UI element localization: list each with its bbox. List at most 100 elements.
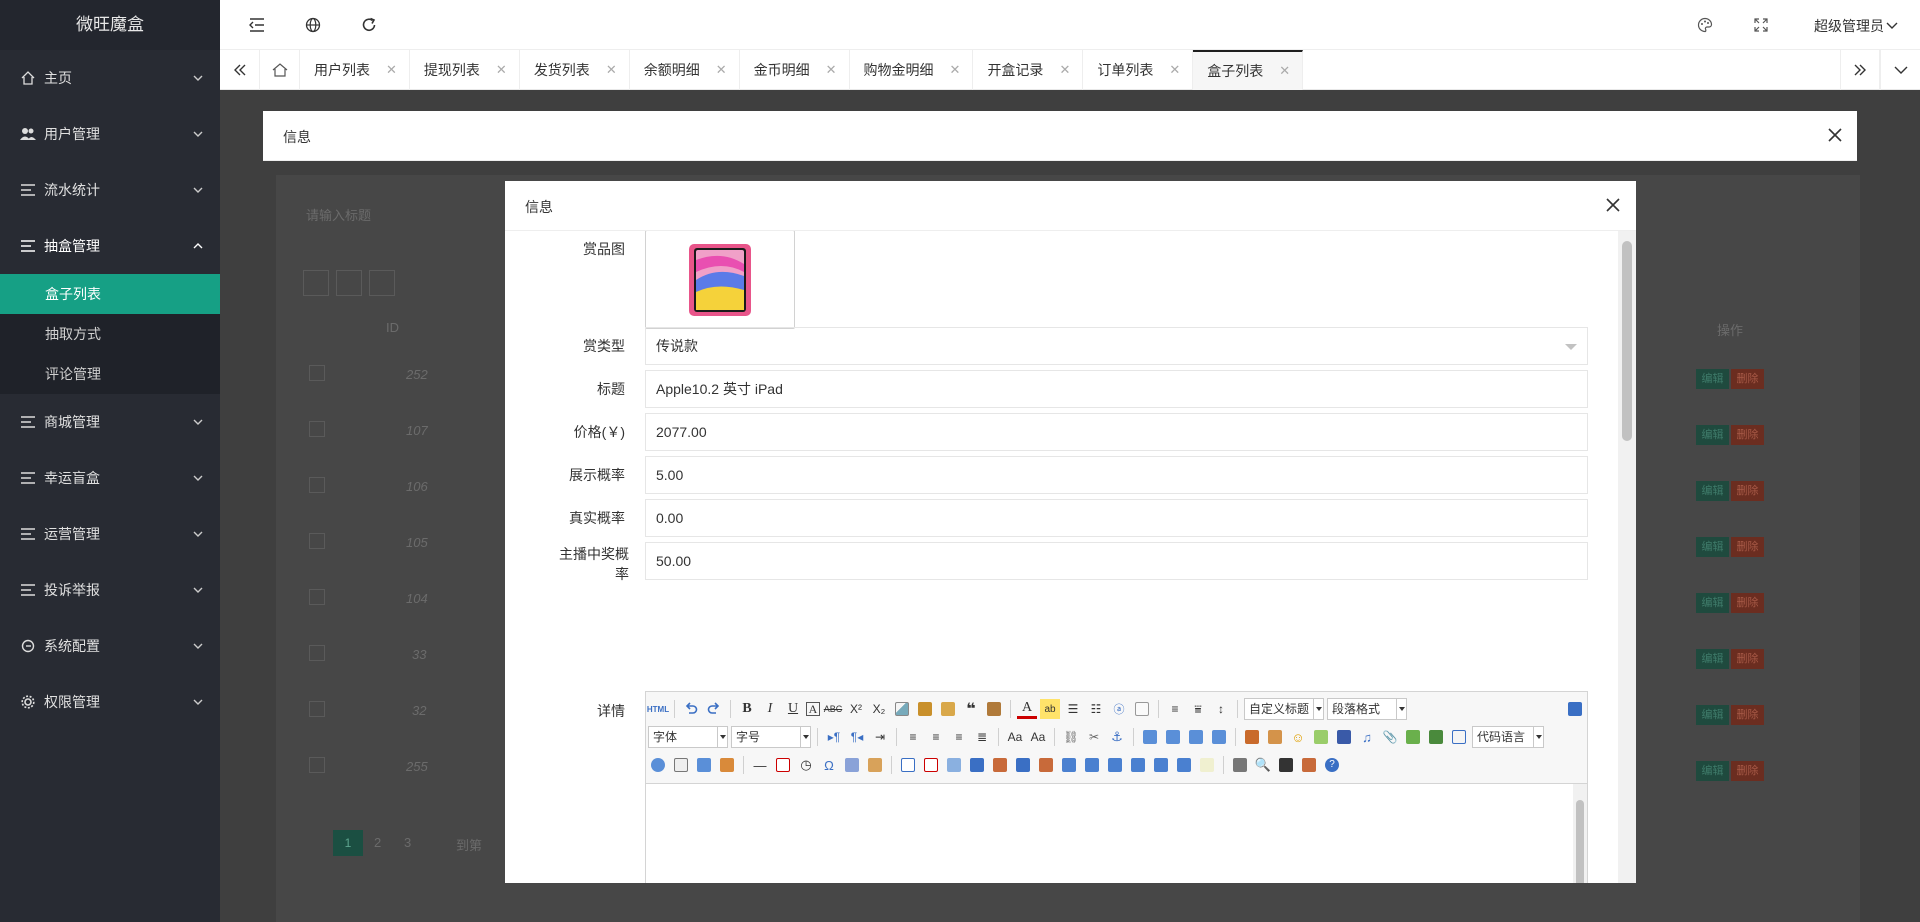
globe-icon[interactable] xyxy=(303,15,323,35)
indent-icon[interactable]: ⇥ xyxy=(870,727,890,747)
sidebar-item-shop[interactable]: 商城管理 xyxy=(0,394,220,450)
tab-order-list[interactable]: 订单列表 ✕ xyxy=(1083,50,1194,90)
close-icon[interactable]: ✕ xyxy=(716,62,727,78)
ltr-icon[interactable]: ▸¶ xyxy=(824,727,844,747)
clear-doc-icon[interactable]: ⓐ xyxy=(1109,699,1129,719)
tabs-menu-chevron-icon[interactable] xyxy=(1880,50,1920,90)
special-chars-icon[interactable]: Ω xyxy=(819,755,839,775)
real-probability-input[interactable]: 0.00 xyxy=(645,499,1588,537)
code-language-select[interactable]: 代码语言 xyxy=(1472,726,1544,748)
menu-collapse-icon[interactable] xyxy=(247,15,267,35)
delete-table-icon[interactable] xyxy=(921,755,941,775)
emotion-icon[interactable]: ☺ xyxy=(1288,727,1308,747)
align-right-icon[interactable]: ≡ xyxy=(949,727,969,747)
page-icon[interactable] xyxy=(1132,699,1152,719)
preview-icon[interactable]: 🔍 xyxy=(1253,755,1273,775)
row-spacing-icon[interactable]: ⩸ xyxy=(1188,699,1208,719)
price-input[interactable]: 2077.00 xyxy=(645,413,1588,451)
paste-text-icon[interactable] xyxy=(984,699,1004,719)
insert-code-icon[interactable] xyxy=(717,755,737,775)
close-icon[interactable]: ✕ xyxy=(386,62,397,78)
uppercase-icon[interactable]: Aa xyxy=(1005,727,1025,747)
bold-icon[interactable]: B xyxy=(737,699,757,719)
tab-shipping-list[interactable]: 发货列表 ✕ xyxy=(520,50,630,90)
type-select[interactable]: 传说款 xyxy=(645,327,1588,365)
image-float-none-icon[interactable] xyxy=(1140,727,1160,747)
wordimage-icon[interactable] xyxy=(842,755,862,775)
anchor-probability-input[interactable]: 50.00 xyxy=(645,542,1588,580)
italic-icon[interactable]: I xyxy=(760,699,780,719)
insert-image-icon[interactable] xyxy=(1265,727,1285,747)
superscript-icon[interactable]: X² xyxy=(846,699,866,719)
highlight-color-icon[interactable]: ab xyxy=(1040,699,1060,719)
merge-right-icon[interactable] xyxy=(1082,755,1102,775)
merge-down-icon[interactable] xyxy=(1105,755,1125,775)
strikethrough-icon[interactable]: ABC xyxy=(823,699,843,719)
print-icon[interactable] xyxy=(1230,755,1250,775)
blockquote-icon[interactable]: ❝ xyxy=(961,699,981,719)
sidebar-item-comments[interactable]: 评论管理 xyxy=(0,354,220,394)
close-icon[interactable]: ✕ xyxy=(496,62,507,78)
editor-content-area[interactable] xyxy=(646,784,1587,883)
sidebar-item-draw-method[interactable]: 抽取方式 xyxy=(0,314,220,354)
paragraph-format-select[interactable]: 段落格式 xyxy=(1327,698,1407,720)
date-icon[interactable] xyxy=(773,755,793,775)
insert-video-icon[interactable] xyxy=(1334,727,1354,747)
format-brush-icon[interactable] xyxy=(915,699,935,719)
close-icon[interactable]: ✕ xyxy=(826,62,837,78)
close-icon[interactable]: ✕ xyxy=(1059,62,1070,78)
tab-withdraw-list[interactable]: 提现列表 ✕ xyxy=(410,50,520,90)
chevron-down-icon[interactable] xyxy=(1886,19,1898,31)
template-icon[interactable] xyxy=(671,755,691,775)
theme-palette-icon[interactable] xyxy=(1695,15,1715,35)
scrawl-icon[interactable] xyxy=(1311,727,1331,747)
search-replace-icon[interactable] xyxy=(1276,755,1296,775)
split-to-cells-icon[interactable] xyxy=(1128,755,1148,775)
product-image[interactable] xyxy=(645,231,795,329)
help-icon[interactable]: ? xyxy=(1322,755,1342,775)
tab-open-box-record[interactable]: 开盒记录 ✕ xyxy=(973,50,1084,90)
custom-heading-select[interactable]: 自定义标题 xyxy=(1244,698,1324,720)
line-height-icon[interactable]: ↕ xyxy=(1211,699,1231,719)
fullscreen-editor-icon[interactable] xyxy=(1565,699,1585,719)
auto-format-icon[interactable] xyxy=(938,699,958,719)
image-float-left-icon[interactable] xyxy=(1163,727,1183,747)
gmap-icon[interactable] xyxy=(1426,727,1446,747)
tab-coin-detail[interactable]: 金币明细 ✕ xyxy=(740,50,850,90)
split-to-rows-icon[interactable] xyxy=(1151,755,1171,775)
delete-col-icon[interactable] xyxy=(1036,755,1056,775)
underline-icon[interactable]: U xyxy=(783,699,803,719)
delete-row-icon[interactable] xyxy=(990,755,1010,775)
close-icon[interactable] xyxy=(1823,123,1847,147)
rtl-icon[interactable]: ¶◂ xyxy=(847,727,867,747)
music-icon[interactable]: ♫ xyxy=(1357,727,1377,747)
lowercase-icon[interactable]: Aa xyxy=(1028,727,1048,747)
tab-balance-detail[interactable]: 余额明细 ✕ xyxy=(630,50,740,90)
page-break-icon[interactable] xyxy=(648,755,668,775)
redo-icon[interactable] xyxy=(704,699,724,719)
sidebar-item-lucky-box[interactable]: 幸运盲盒 xyxy=(0,450,220,506)
tab-box-list[interactable]: 盒子列表 ✕ xyxy=(1193,50,1304,90)
chart-icon[interactable] xyxy=(1197,755,1217,775)
image-float-right-icon[interactable] xyxy=(1186,727,1206,747)
drafts-icon[interactable] xyxy=(1299,755,1319,775)
align-left-icon[interactable]: ≡ xyxy=(903,727,923,747)
sidebar-item-complaints[interactable]: 投诉举报 xyxy=(0,562,220,618)
ordered-list-icon[interactable]: ☰ xyxy=(1063,699,1083,719)
tabs-scroll-left-icon[interactable] xyxy=(220,50,260,90)
sidebar-item-box-management[interactable]: 抽盒管理 xyxy=(0,218,220,274)
editor-scrollbar[interactable] xyxy=(1573,784,1587,883)
close-icon[interactable]: ✕ xyxy=(950,62,961,78)
font-border-icon[interactable]: A xyxy=(806,702,820,716)
font-family-select[interactable]: 字体 xyxy=(648,726,728,748)
simple-upload-icon[interactable] xyxy=(1242,727,1262,747)
time-icon[interactable]: ◷ xyxy=(796,755,816,775)
insert-table-icon[interactable] xyxy=(898,755,918,775)
subscript-icon[interactable]: X₂ xyxy=(869,699,889,719)
sidebar-item-flow-stats[interactable]: 流水统计 xyxy=(0,162,220,218)
insert-frame-icon[interactable] xyxy=(1449,727,1469,747)
attachment-icon[interactable]: 📎 xyxy=(1380,727,1400,747)
split-to-cols-icon[interactable] xyxy=(1174,755,1194,775)
sidebar-item-operations[interactable]: 运营管理 xyxy=(0,506,220,562)
align-justify-icon[interactable]: ≣ xyxy=(972,727,992,747)
